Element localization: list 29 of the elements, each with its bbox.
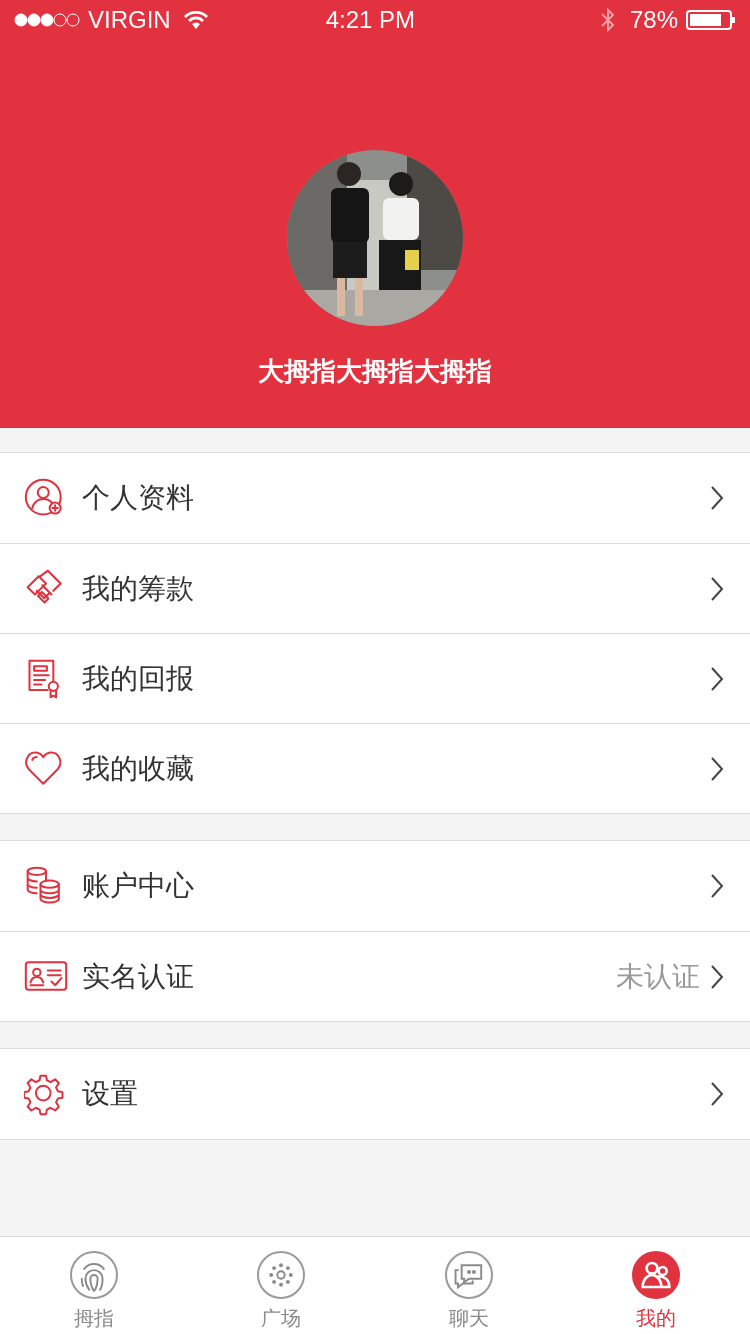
menu-label: 账户中心 [82, 869, 194, 903]
chevron-right-icon [710, 485, 724, 511]
wifi-icon [182, 10, 209, 30]
chevron-right-icon [710, 873, 724, 899]
chevron-right-icon [710, 665, 724, 692]
status-time: 4:21 PM [325, 5, 415, 35]
menu-label: 我的回报 [82, 661, 194, 696]
tab[interactable]: 聊天 [375, 1237, 563, 1334]
menu-label: 实名认证 [82, 959, 194, 994]
fingerprint-icon [69, 1251, 118, 1299]
tab[interactable]: 拇指 [0, 1237, 188, 1334]
chevron-right-icon [710, 1081, 724, 1107]
carrier-name: VIRGIN [88, 5, 171, 35]
people-icon [632, 1251, 681, 1299]
chevron-right-icon [710, 963, 724, 990]
menu-label: 个人资料 [82, 481, 194, 515]
signal-icon [14, 13, 80, 27]
battery-icon [686, 9, 736, 31]
tab[interactable]: 我的 [562, 1237, 750, 1334]
chat-bubbles-icon [444, 1251, 493, 1299]
menu-label: 我的收藏 [82, 751, 194, 786]
user-name: 大拇指大拇指大拇指 [258, 355, 492, 388]
battery-percent: 78% [629, 5, 678, 35]
bluetooth-icon [599, 7, 616, 33]
menu-label: 我的筹款 [82, 571, 194, 606]
chevron-right-icon [710, 575, 724, 602]
menu-value: 未认证 [616, 959, 700, 994]
menu-label: 设置 [82, 1077, 138, 1111]
chevron-right-icon [710, 755, 724, 782]
